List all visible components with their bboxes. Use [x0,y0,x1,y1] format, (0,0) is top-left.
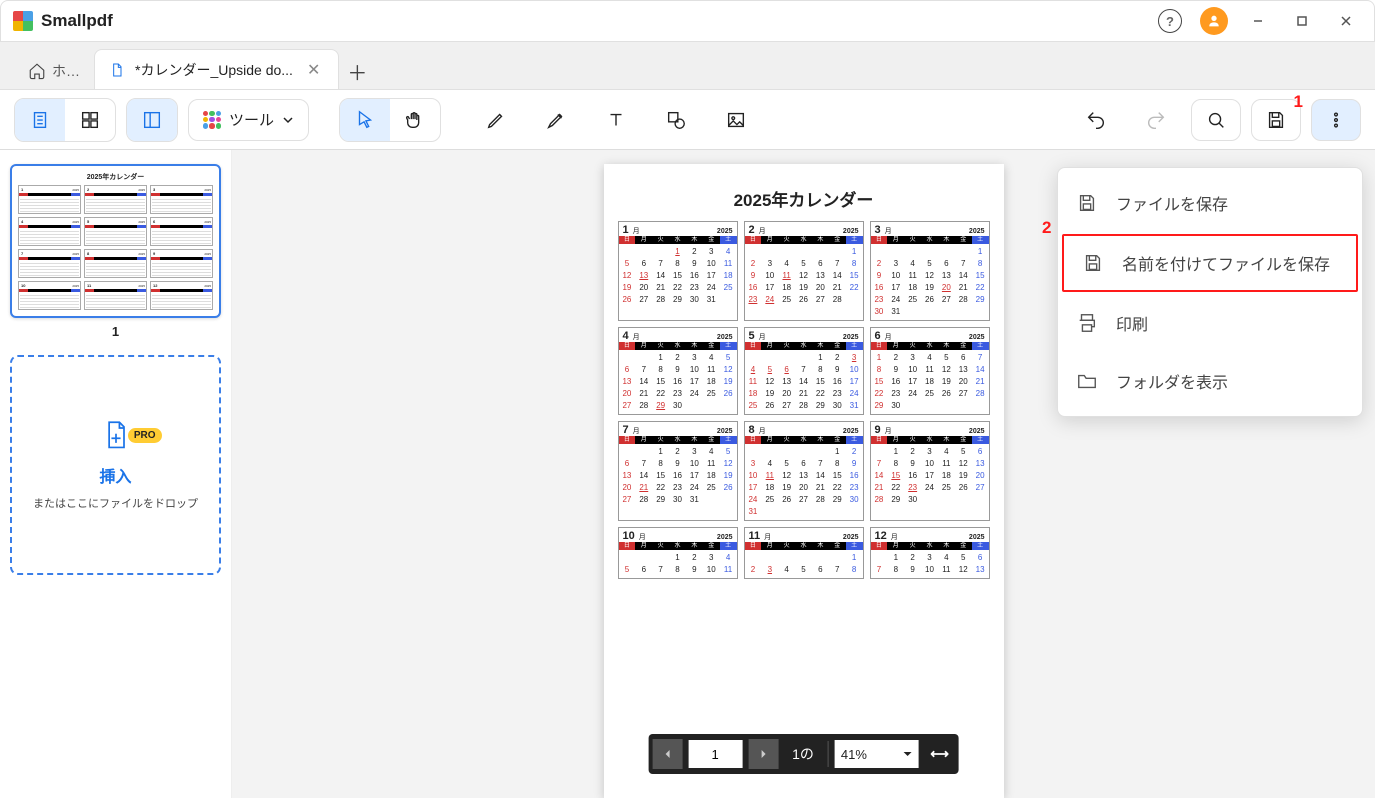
more-menu-button[interactable] [1311,99,1361,141]
toolbar: ツール [0,90,1375,150]
sidebar-toggle-button[interactable] [127,99,177,141]
tools-label: ツール [229,109,274,130]
avatar-button[interactable] [1192,5,1236,37]
next-page-button[interactable] [748,739,778,769]
tab-close-button[interactable]: ✕ [303,60,324,80]
app-logo: Smallpdf [13,11,113,31]
document-plus-icon [102,420,130,452]
tools-icon [203,111,221,129]
logo-icon [13,11,33,31]
view-single-button[interactable] [15,99,65,141]
menu-show-folder[interactable]: フォルダを表示 [1058,352,1362,410]
page-thumbnail[interactable]: 2025年カレンダー 12025220253202542025520256202… [10,164,221,318]
callout-1: 1 [1294,92,1303,112]
pan-tool-button[interactable] [390,99,440,141]
highlighter-tool-button[interactable] [531,99,581,141]
page-number-input[interactable] [688,740,742,768]
folder-icon [1076,370,1098,392]
menu-print-label: 印刷 [1116,311,1148,335]
image-tool-button[interactable] [711,99,761,141]
document-title: 2025年カレンダー [618,186,990,211]
menu-saveas-label: 名前を付けてファイルを保存 [1122,251,1330,275]
new-tab-button[interactable]: ＋ [339,53,375,89]
undo-button[interactable] [1071,99,1121,141]
save-as-icon [1082,252,1104,274]
page-controls: 1の 41% [648,734,959,774]
fit-width-button[interactable] [925,739,955,769]
avatar-icon [1200,7,1228,35]
drop-hint: またはここにファイルをドロップ [33,495,198,511]
thumbnail-number: 1 [10,324,221,339]
zoom-value: 41% [841,747,867,762]
page-content: 2025年カレンダー 1月2025日月火水木金土1234567891011121… [604,164,1004,798]
chevron-down-icon [282,114,294,126]
print-icon [1076,312,1098,334]
help-button[interactable]: ? [1148,5,1192,37]
help-icon: ? [1158,9,1182,33]
redo-button[interactable] [1131,99,1181,141]
sidebar: 2025年カレンダー 12025220253202542025520256202… [0,150,232,798]
menu-save-label: ファイルを保存 [1116,191,1228,215]
tab-home[interactable]: ホ… [14,53,94,89]
chevron-down-icon [903,749,913,759]
menu-print[interactable]: 印刷 [1058,294,1362,352]
menu-save-as[interactable]: 名前を付けてファイルを保存 [1062,234,1358,292]
more-menu: ファイルを保存 名前を付けてファイルを保存 印刷 フォルダを表示 [1057,167,1363,417]
app-name: Smallpdf [41,11,113,31]
search-button[interactable] [1191,99,1241,141]
view-group [14,98,116,142]
menu-save-file[interactable]: ファイルを保存 [1058,174,1362,232]
save-icon [1076,192,1098,214]
insert-label: 挿入 [99,463,131,487]
insert-dropzone[interactable]: PRO 挿入 またはここにファイルをドロップ [10,355,221,575]
shape-tool-button[interactable] [651,99,701,141]
page-total-label: 1の [784,744,822,764]
cursor-group [339,98,441,142]
tab-bar: ホ… *カレンダー_Upside do... ✕ ＋ [0,42,1375,90]
view-grid-button[interactable] [65,99,115,141]
select-tool-button[interactable] [340,99,390,141]
titlebar: Smallpdf ? [0,0,1375,42]
tools-button[interactable]: ツール [188,99,309,141]
sidebar-toggle-group [126,98,178,142]
tab-document[interactable]: *カレンダー_Upside do... ✕ [94,49,339,89]
tab-home-label: ホ… [52,61,80,81]
document-icon [109,62,125,78]
zoom-select[interactable]: 41% [835,740,919,768]
menu-folder-label: フォルダを表示 [1116,369,1228,393]
window-minimize-button[interactable] [1236,5,1280,37]
pen-tool-button[interactable] [471,99,521,141]
callout-2: 2 [1042,218,1051,238]
window-close-button[interactable] [1324,5,1368,37]
text-tool-button[interactable] [591,99,641,141]
home-icon [28,62,46,80]
pro-badge: PRO [128,428,162,443]
prev-page-button[interactable] [652,739,682,769]
tab-document-label: *カレンダー_Upside do... [135,60,293,80]
window-maximize-button[interactable] [1280,5,1324,37]
thumbnail-title: 2025年カレンダー [18,172,213,182]
